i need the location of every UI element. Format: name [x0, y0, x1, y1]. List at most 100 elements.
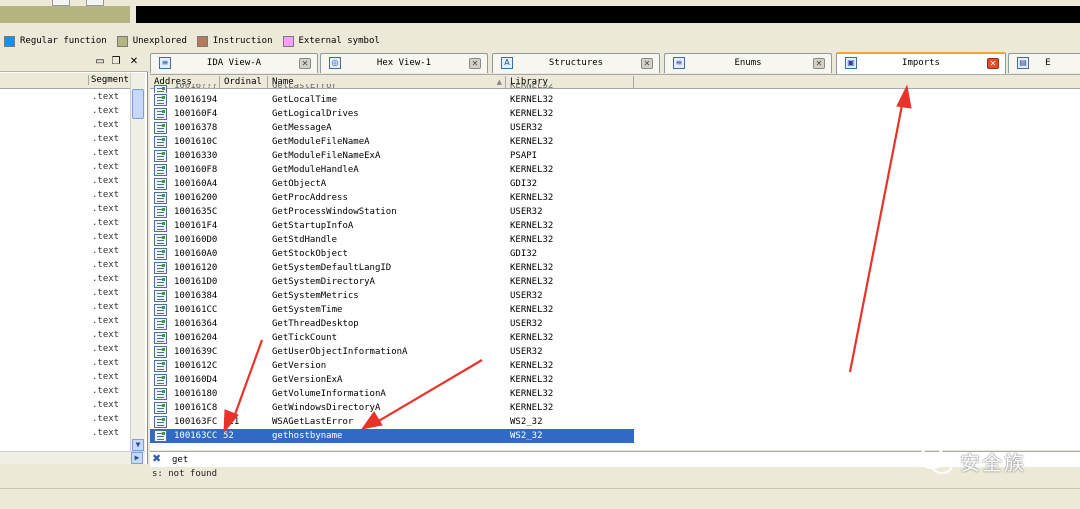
tab-structures[interactable]: A Structures ✕ [492, 53, 660, 73]
segment-item[interactable]: .text [0, 104, 130, 118]
table-row[interactable]: 1001612C GetVersion KERNEL32 [150, 359, 1080, 373]
segment-item[interactable]: .text [0, 272, 130, 286]
segment-item[interactable]: .text [0, 90, 130, 104]
cell-name: GetSystemDirectoryA [272, 277, 375, 287]
segment-item[interactable]: .text [0, 328, 130, 342]
table-row[interactable]: 100163CC 52 gethostbyname WS2_32 [150, 429, 634, 443]
horizontal-scrollbar[interactable]: ▶ [0, 451, 145, 464]
segment-item[interactable]: .text [0, 160, 130, 174]
filter-input[interactable] [172, 453, 432, 466]
table-row[interactable]: 10016180 GetVolumeInformationA KERNEL32 [150, 387, 1080, 401]
navigation-band[interactable] [0, 0, 1080, 30]
segment-item[interactable]: .text [0, 370, 130, 384]
segment-item[interactable]: .text [0, 342, 130, 356]
table-row[interactable]: 1001635C GetProcessWindowStation USER32 [150, 205, 1080, 219]
import-entry-icon [154, 94, 167, 106]
segment-item[interactable]: .text [0, 146, 130, 160]
segment-item[interactable]: .text [0, 412, 130, 426]
import-entry-icon [154, 164, 167, 176]
table-row[interactable]: 10016330 GetModuleFileNameExA PSAPI [150, 149, 1080, 163]
table-row[interactable]: 100160D0 GetStdHandle KERNEL32 [150, 233, 1080, 247]
close-x-icon[interactable]: ✖ [152, 453, 164, 465]
cell-name: GetSystemDefaultLangID [272, 263, 392, 273]
pane-controls: ▭ ❐ ✕ [0, 52, 148, 72]
table-row[interactable]: 10016364 GetThreadDesktop USER32 [150, 317, 1080, 331]
tab-close-icon[interactable]: ✕ [469, 58, 481, 69]
segment-item[interactable]: .text [0, 202, 130, 216]
legend-label: External symbol [298, 36, 380, 46]
tab-close-icon[interactable]: ✕ [813, 58, 825, 69]
table-row[interactable]: 100160A0 GetStockObject GDI32 [150, 247, 1080, 261]
scroll-right-icon[interactable]: ▶ [131, 452, 143, 464]
cell-library: KERNEL32 [510, 137, 554, 147]
color-legend: Regular function Unexplored Instruction Ext… [0, 33, 386, 49]
table-row[interactable]: 100161CC GetSystemTime KERNEL32 [150, 303, 1080, 317]
legend-item: Regular function [0, 35, 107, 47]
segment-item[interactable]: .text [0, 300, 130, 314]
table-row[interactable]: 1001610C GetModuleFileNameA KERNEL32 [150, 135, 1080, 149]
legend-item: Instruction [193, 35, 273, 47]
table-row[interactable]: 100163FC 111 WSAGetLastError WS2_32 [150, 415, 1080, 429]
table-row[interactable]: 10016384 GetSystemMetrics USER32 [150, 289, 1080, 303]
segment-item[interactable]: .text [0, 230, 130, 244]
tab-label: IDA View-A [206, 58, 262, 68]
segment-item[interactable]: .text [0, 356, 130, 370]
table-row[interactable]: 100160F8 GetModuleHandleA KERNEL32 [150, 163, 1080, 177]
segment-item[interactable]: .text [0, 244, 130, 258]
segment-item[interactable]: .text [0, 118, 130, 132]
table-row[interactable]: 100160F4 GetLogicalDrives KERNEL32 [150, 107, 1080, 121]
close-icon[interactable]: ✕ [128, 56, 140, 68]
segment-item[interactable]: .text [0, 258, 130, 272]
cell-name: GetWindowsDirectoryA [272, 403, 381, 413]
legend-item: External symbol [279, 35, 380, 47]
table-row[interactable]: 100160A4 GetObjectA GDI32 [150, 177, 1080, 191]
cell-library: PSAPI [510, 151, 538, 161]
table-row[interactable]: 10016??? GetLastError KERNEL32 [150, 84, 1080, 93]
table-row[interactable]: 10016200 GetProcAddress KERNEL32 [150, 191, 1080, 205]
cell-address: 100160A0 [174, 249, 218, 259]
tab-close-icon[interactable]: ✕ [987, 58, 999, 69]
tab-close-icon[interactable]: ✕ [299, 58, 311, 69]
cell-library: KERNEL32 [510, 375, 554, 385]
segment-item[interactable]: .text [0, 216, 130, 230]
segment-item[interactable]: .text [0, 384, 130, 398]
tab-imports[interactable]: ▣ Imports ✕ [836, 52, 1006, 74]
segment-item[interactable]: .text [0, 132, 130, 146]
import-entry-icon [154, 290, 167, 302]
table-row[interactable]: 10016204 GetTickCount KERNEL32 [150, 331, 1080, 345]
table-row[interactable]: 100160D4 GetVersionExA KERNEL32 [150, 373, 1080, 387]
import-entry-icon [154, 360, 167, 372]
table-row[interactable]: 10016120 GetSystemDefaultLangID KERNEL32 [150, 261, 1080, 275]
tab-hex-view-1[interactable]: ◎ Hex View-1 ✕ [320, 53, 488, 73]
scroll-thumb[interactable] [132, 89, 144, 119]
tab-enums[interactable]: ≡ Enums ✕ [664, 53, 832, 73]
segment-item[interactable]: .text [0, 398, 130, 412]
table-row[interactable]: 10016378 GetMessageA USER32 [150, 121, 1080, 135]
restore-icon[interactable]: ❐ [110, 56, 122, 68]
import-entry-icon [154, 150, 167, 162]
table-row[interactable]: 100161D0 GetSystemDirectoryA KERNEL32 [150, 275, 1080, 289]
vertical-scrollbar[interactable]: ▼ [130, 73, 145, 451]
segment-item[interactable]: .text [0, 188, 130, 202]
scroll-down-icon[interactable]: ▼ [132, 439, 144, 451]
cell-name: GetModuleFileNameA [272, 137, 370, 147]
segment-item[interactable]: .text [0, 314, 130, 328]
segment-column-header[interactable]: Segment [0, 73, 130, 89]
table-row[interactable]: 100161F4 GetStartupInfoA KERNEL32 [150, 219, 1080, 233]
minimize-icon[interactable]: ▭ [94, 56, 106, 68]
segment-item[interactable]: .text [0, 426, 130, 440]
legend-label: Regular function [20, 36, 107, 46]
segment-item[interactable]: .text [0, 286, 130, 300]
tab-close-icon[interactable]: ✕ [641, 58, 653, 69]
segment-item[interactable]: .text [0, 174, 130, 188]
nav-band-code[interactable] [136, 6, 1080, 23]
legend-label: Instruction [212, 36, 273, 46]
table-row[interactable]: 100161C8 GetWindowsDirectoryA KERNEL32 [150, 401, 1080, 415]
import-entry-icon [154, 402, 167, 414]
cell-library: KERNEL32 [510, 221, 554, 231]
table-row[interactable]: 10016194 GetLocalTime KERNEL32 [150, 93, 1080, 107]
table-row[interactable]: 1001639C GetUserObjectInformationA USER32 [150, 345, 1080, 359]
tab-e[interactable]: ▤ E [1008, 53, 1080, 73]
nav-band-explored[interactable] [0, 6, 130, 23]
tab-ida-view-a[interactable]: ≡ IDA View-A ✕ [150, 53, 318, 73]
